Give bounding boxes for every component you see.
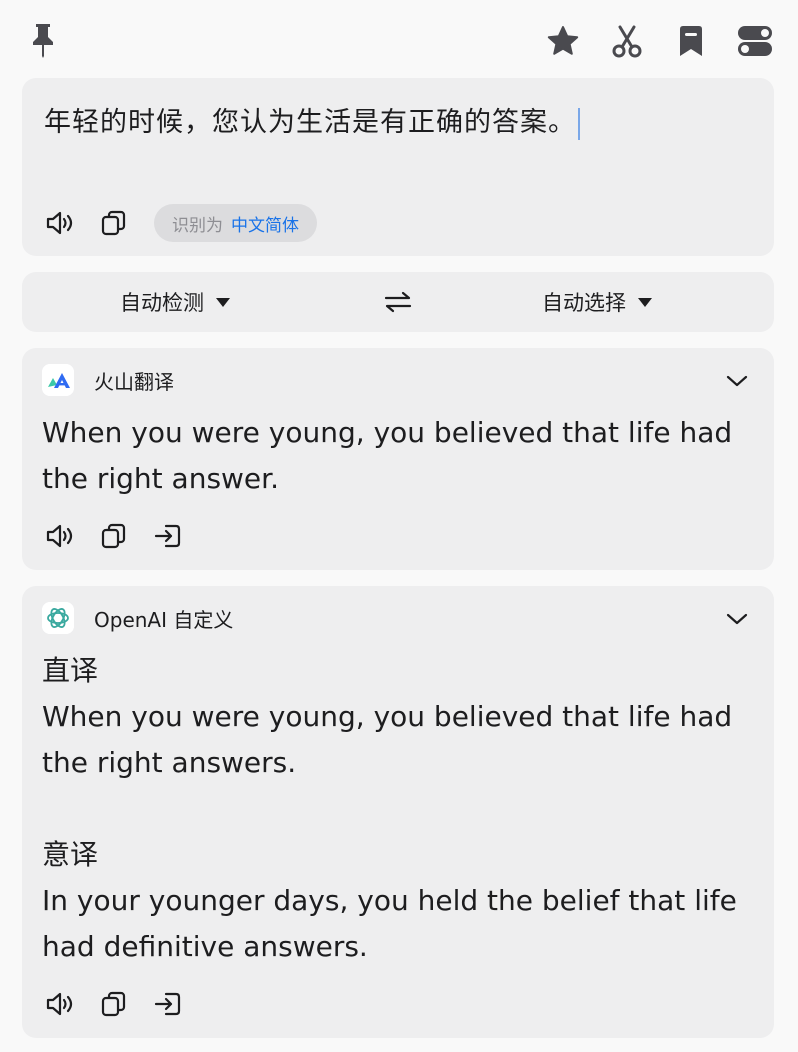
volcano-logo-icon	[42, 364, 74, 396]
copy-icon[interactable]	[98, 207, 130, 239]
dropdown-arrow-icon	[638, 297, 652, 307]
source-language-label: 自动检测	[120, 291, 204, 315]
detected-language-badge: 识别为 中文简体	[154, 204, 317, 242]
chevron-down-icon[interactable]	[722, 604, 752, 634]
source-card: 年轻的时候，您认为生活是有正确的答案。 识别为 中文简体	[22, 78, 774, 256]
detected-label: 识别为	[172, 215, 223, 236]
chevron-down-icon[interactable]	[722, 366, 752, 396]
insert-icon[interactable]	[152, 520, 184, 552]
source-input[interactable]: 年轻的时候，您认为生活是有正确的答案。	[44, 100, 580, 140]
pin-icon[interactable]	[28, 22, 58, 58]
translation-text: 直译 When you were young, you believed tha…	[42, 654, 737, 963]
source-language-select[interactable]: 自动检测	[120, 272, 230, 332]
result-card-volcano: 火山翻译 When you were young, you believed t…	[22, 348, 774, 570]
openai-logo-icon	[42, 602, 74, 634]
copy-icon[interactable]	[98, 988, 130, 1020]
source-text[interactable]: 年轻的时候，您认为生活是有正确的答案。	[44, 107, 576, 138]
service-name: OpenAI 自定义	[94, 607, 234, 632]
toolbar	[0, 0, 798, 78]
detected-language[interactable]: 中文简体	[231, 211, 299, 236]
speaker-icon[interactable]	[44, 520, 76, 552]
toggle-icon[interactable]	[736, 22, 774, 60]
insert-icon[interactable]	[152, 988, 184, 1020]
swap-icon[interactable]	[382, 286, 414, 318]
speaker-icon[interactable]	[44, 988, 76, 1020]
dropdown-arrow-icon	[216, 297, 230, 307]
service-name: 火山翻译	[94, 369, 174, 394]
copy-icon[interactable]	[98, 520, 130, 552]
bookmark-icon[interactable]	[672, 22, 710, 60]
target-language-label: 自动选择	[542, 291, 626, 315]
scissors-icon[interactable]	[608, 22, 646, 60]
result-card-openai: OpenAI 自定义 直译 When you were young, you b…	[22, 586, 774, 1038]
star-icon[interactable]	[544, 22, 582, 60]
language-bar: 自动检测 自动选择	[22, 272, 774, 332]
text-caret	[578, 107, 580, 140]
target-language-select[interactable]: 自动选择	[542, 272, 652, 332]
speaker-icon[interactable]	[44, 207, 76, 239]
translation-text: When you were young, you believed that l…	[42, 416, 733, 495]
